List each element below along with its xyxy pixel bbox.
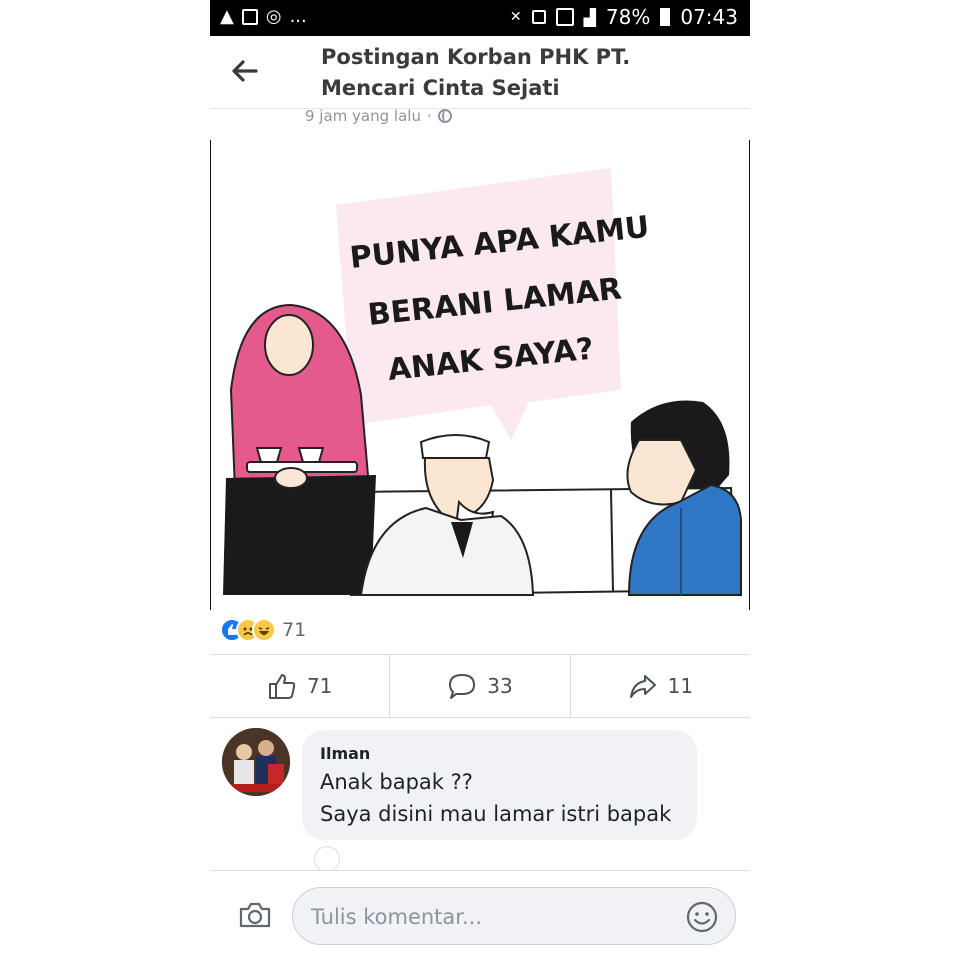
mute-icon: ✕ [509, 9, 522, 25]
warning-icon: ▲ [220, 6, 234, 27]
comment-item: Ilman Anak bapak ?? Saya disini mau lama… [222, 728, 742, 872]
meta-separator: · [426, 107, 432, 125]
share-button[interactable]: 11 [571, 655, 750, 717]
comment-count: 33 [487, 674, 513, 698]
haha-reaction-icon [252, 618, 276, 642]
emoji-icon[interactable] [685, 900, 719, 934]
instagram-icon: ◎ [265, 6, 282, 27]
back-arrow-icon[interactable] [230, 58, 260, 84]
camera-svg [239, 902, 271, 928]
status-left: ▲ ◎ ... [220, 6, 307, 27]
globe-icon [437, 109, 452, 123]
back-arrow-svg [232, 60, 258, 82]
signal-box-icon [555, 8, 574, 26]
post-time[interactable]: 9 jam yang lalu [305, 107, 421, 125]
comment-author[interactable]: Ilman [320, 744, 370, 763]
post-header: Postingan Korban PHK PT. Mencari Cinta S… [210, 36, 750, 109]
gallery-icon [241, 8, 258, 25]
clock: 07:43 [680, 5, 738, 29]
comment-icon [449, 674, 476, 699]
battery-percent: 78% [605, 5, 651, 29]
smiley-svg [686, 901, 718, 933]
signal-icon: ▟ [583, 7, 596, 27]
post-meta: 9 jam yang lalu · [305, 107, 452, 125]
comment-button[interactable]: 33 [390, 655, 571, 717]
phone-screen: ▲ ◎ ... ✕ ▟ 78% 07:43 Postingan Korban P… [210, 0, 750, 961]
reactions-summary[interactable]: 71 [220, 618, 306, 642]
reaction-count: 71 [282, 619, 307, 641]
status-more: ... [289, 6, 307, 27]
status-right: ✕ ▟ 78% 07:43 [510, 5, 738, 29]
camera-icon[interactable] [238, 901, 272, 929]
avatar-image [222, 728, 290, 796]
thumbs-up-icon [268, 674, 296, 699]
like-count: 71 [306, 674, 333, 698]
comment-input[interactable] [309, 898, 673, 936]
action-bar: 71 33 11 [210, 654, 750, 718]
page-title: Postingan Korban PHK PT. Mencari Cinta S… [321, 45, 631, 100]
comic-illustration: PUNYA APA KAMU BERANI LAMAR ANAK SAYA? [223, 168, 742, 597]
comment-text-line1: Anak bapak ?? [320, 770, 473, 794]
comment-bubble[interactable]: Ilman Anak bapak ?? Saya disini mau lama… [302, 730, 697, 840]
comment-reaction-placeholder[interactable] [314, 846, 340, 872]
comment-composer [210, 870, 750, 961]
comment-text-line2: Saya disini mau lamar istri bapak [320, 802, 672, 826]
nfc-icon [531, 10, 546, 24]
share-count: 11 [667, 674, 694, 698]
status-bar: ▲ ◎ ... ✕ ▟ 78% 07:43 [210, 0, 750, 36]
avatar[interactable] [222, 728, 290, 796]
like-button[interactable]: 71 [210, 655, 391, 717]
share-arrow-icon [629, 675, 656, 698]
battery-icon [660, 8, 671, 26]
post-image[interactable]: PUNYA APA KAMU BERANI LAMAR ANAK SAYA? [210, 140, 750, 610]
comment-input-box [292, 887, 736, 945]
